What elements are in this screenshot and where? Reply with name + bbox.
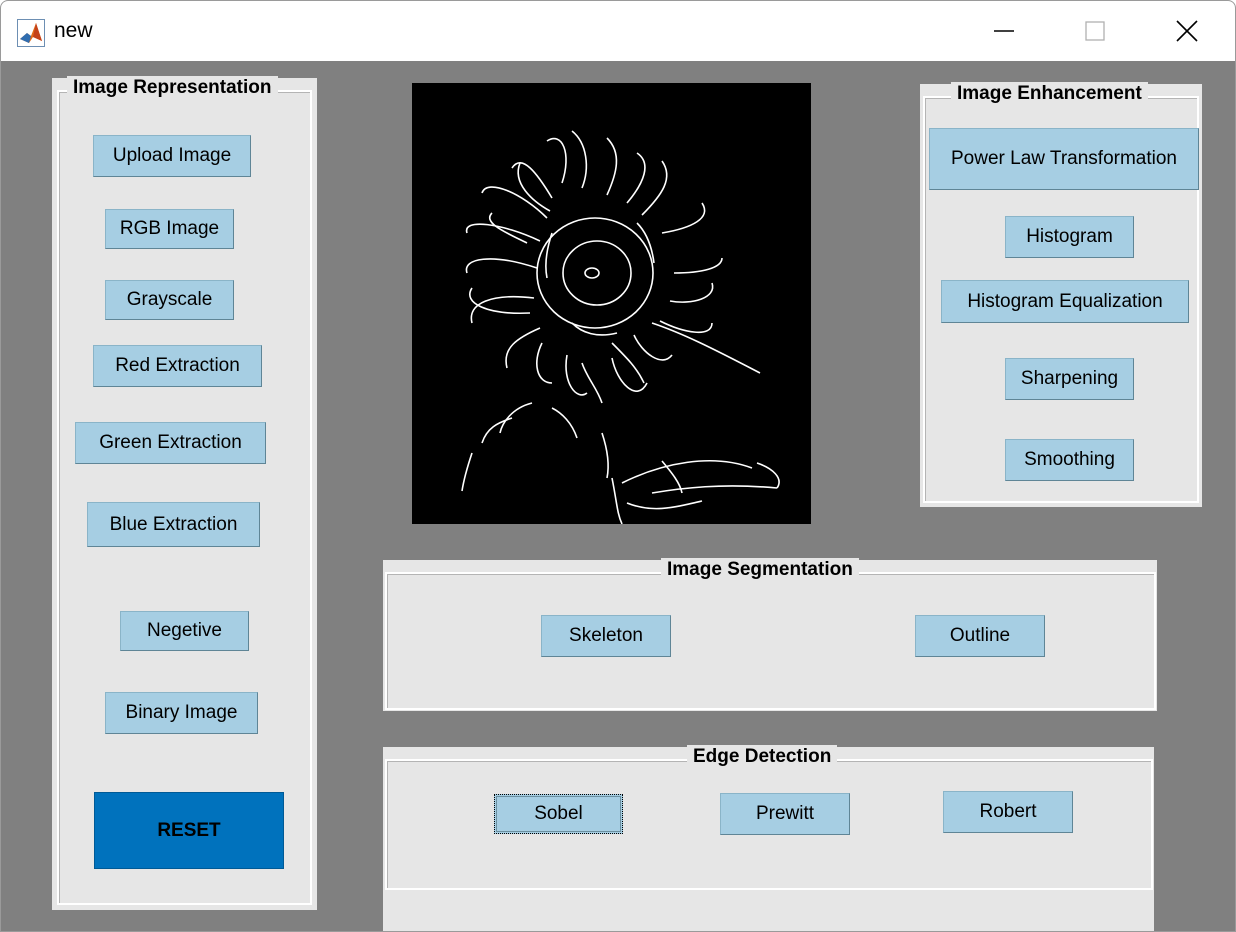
panel-title: Image Enhancement (951, 82, 1148, 106)
window-title: new (54, 19, 93, 42)
upload-image-button[interactable]: Upload Image (93, 135, 251, 177)
image-enhancement-panel: Image Enhancement Power Law Transformati… (920, 82, 1202, 507)
maximize-button[interactable] (1050, 1, 1140, 61)
grayscale-button[interactable]: Grayscale (105, 280, 234, 320)
reset-button[interactable]: RESET (94, 792, 284, 869)
minimize-icon (994, 30, 1014, 32)
outline-button[interactable]: Outline (915, 615, 1045, 657)
sharpening-button[interactable]: Sharpening (1005, 358, 1134, 400)
panel-title: Edge Detection (687, 745, 838, 769)
rgb-image-button[interactable]: RGB Image (105, 209, 234, 249)
histogram-equalization-button[interactable]: Histogram Equalization (941, 280, 1189, 323)
minimize-button[interactable] (959, 1, 1049, 61)
edge-detection-panel: Edge Detection Sobel Prewitt Robert (383, 745, 1154, 931)
prewitt-button[interactable]: Prewitt (720, 793, 850, 835)
histogram-button[interactable]: Histogram (1005, 216, 1134, 258)
panel-title: Image Segmentation (661, 558, 859, 582)
title-bar: new (1, 1, 1235, 61)
blue-extraction-button[interactable]: Blue Extraction (87, 502, 260, 547)
matlab-icon (17, 19, 45, 47)
smoothing-button[interactable]: Smoothing (1005, 439, 1134, 481)
image-segmentation-panel: Image Segmentation Skeleton Outline (383, 558, 1157, 711)
image-representation-panel: Image Representation Upload Image RGB Im… (52, 76, 317, 910)
image-display (412, 83, 811, 525)
maximize-icon (1085, 21, 1105, 41)
skeleton-button[interactable]: Skeleton (541, 615, 671, 657)
close-button[interactable] (1142, 1, 1232, 61)
red-extraction-button[interactable]: Red Extraction (93, 345, 262, 387)
panel-title: Image Representation (67, 76, 278, 100)
negative-button[interactable]: Negetive (120, 611, 249, 651)
sobel-button[interactable]: Sobel (494, 794, 623, 834)
sunflower-edge-image (461, 130, 780, 525)
power-law-transformation-button[interactable]: Power Law Transformation (929, 128, 1199, 190)
close-icon (1176, 20, 1198, 42)
green-extraction-button[interactable]: Green Extraction (75, 422, 266, 464)
figure-content: Image Representation Upload Image RGB Im… (1, 61, 1235, 931)
robert-button[interactable]: Robert (943, 791, 1073, 833)
app-window: new Image Representation Upload Image RG… (0, 0, 1236, 932)
binary-image-button[interactable]: Binary Image (105, 692, 258, 734)
